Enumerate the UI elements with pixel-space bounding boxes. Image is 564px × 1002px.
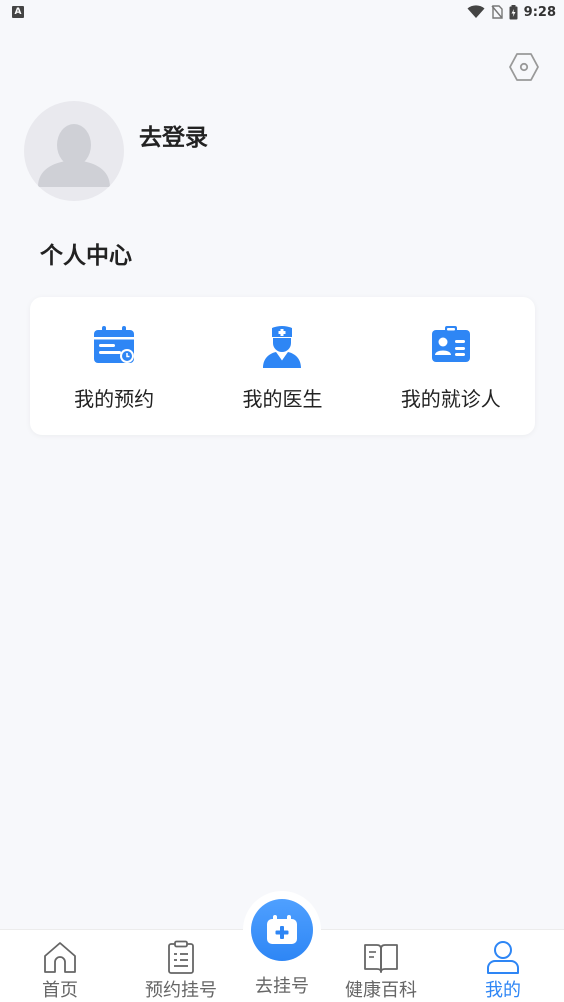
status-bar: A 9:28 bbox=[0, 0, 564, 24]
my-doctors-label: 我的医生 bbox=[242, 387, 323, 411]
home-icon bbox=[44, 942, 76, 973]
personal-center-card: 我的预约 我的医生 我的就诊人 bbox=[30, 297, 535, 435]
doctor-icon bbox=[263, 326, 302, 368]
wifi-icon bbox=[467, 5, 485, 18]
user-icon bbox=[487, 941, 519, 974]
nav-mine-label: 我的 bbox=[485, 980, 521, 1001]
battery-icon bbox=[509, 4, 518, 19]
calendar-plus-icon bbox=[267, 915, 297, 944]
calendar-clock-icon bbox=[94, 326, 135, 363]
no-sim-icon bbox=[491, 5, 503, 19]
id-card-icon bbox=[431, 326, 470, 362]
nav-home[interactable]: 首页 bbox=[10, 930, 110, 1002]
clipboard-icon bbox=[168, 940, 194, 974]
book-icon bbox=[364, 944, 398, 973]
my-appointments-button[interactable]: 我的预约 bbox=[30, 297, 198, 435]
notification-badge: A bbox=[12, 6, 24, 18]
register-label: 去挂号 bbox=[255, 976, 309, 997]
login-link[interactable]: 去登录 bbox=[139, 118, 208, 152]
nav-home-label: 首页 bbox=[42, 980, 78, 1001]
nav-mine[interactable]: 我的 bbox=[453, 930, 553, 1002]
my-patients-label: 我的就诊人 bbox=[400, 387, 501, 411]
register-button[interactable] bbox=[251, 899, 313, 961]
nav-appointment[interactable]: 预约挂号 bbox=[131, 930, 231, 1002]
my-doctors-button[interactable]: 我的医生 bbox=[198, 297, 366, 435]
nav-health-label: 健康百科 bbox=[345, 980, 417, 1001]
my-appointments-label: 我的预约 bbox=[74, 387, 155, 411]
settings-icon[interactable] bbox=[508, 52, 540, 82]
nav-appointment-label: 预约挂号 bbox=[145, 980, 217, 1001]
my-patients-button[interactable]: 我的就诊人 bbox=[367, 297, 535, 435]
user-silhouette-icon bbox=[38, 124, 110, 187]
clock: 9:28 bbox=[523, 4, 556, 20]
avatar[interactable] bbox=[24, 101, 124, 201]
nav-health[interactable]: 健康百科 bbox=[331, 930, 431, 1002]
section-title: 个人中心 bbox=[40, 243, 132, 269]
